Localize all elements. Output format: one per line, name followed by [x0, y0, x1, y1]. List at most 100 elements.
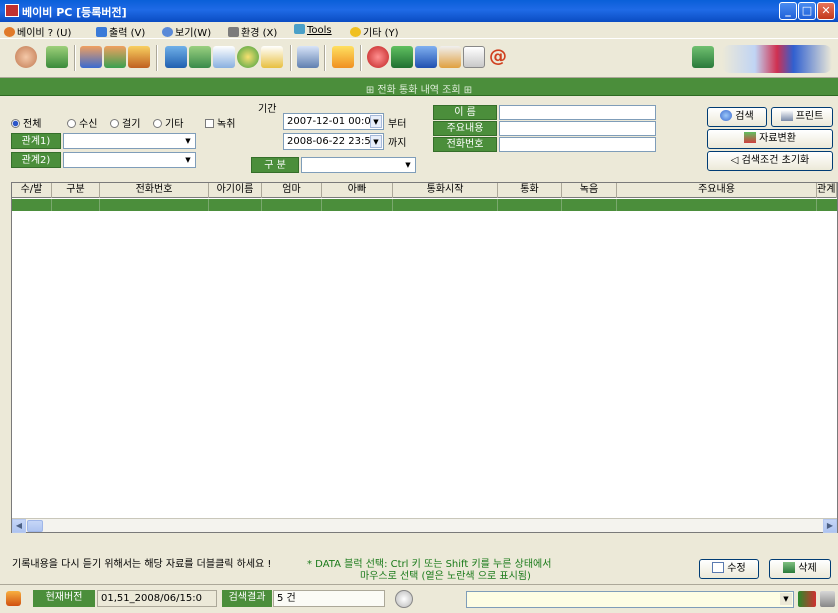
radio-other[interactable]: 기타 [153, 115, 183, 130]
edit-icon [712, 562, 725, 573]
menu-bar: 베이비 ? (U) 출력 (V) 보기(W) 환경 (X) Tools 기타 (… [0, 22, 838, 39]
reset-button[interactable]: ◁ 검색조건 초기화 [707, 151, 833, 171]
table-header: 수/발 구분 전화번호 아기이름 엄마 아빠 통화시작 통화 녹음 주요내용 관… [12, 183, 837, 198]
box-icon[interactable] [128, 46, 150, 68]
col-header[interactable]: 녹음 [562, 183, 617, 198]
cube-icon[interactable] [46, 46, 68, 68]
name-label: 이 름 [433, 105, 497, 120]
col-header[interactable]: 관계1 [817, 183, 837, 198]
content-input[interactable] [499, 121, 656, 136]
col-header[interactable]: 주요내용 [617, 183, 817, 198]
monitor-icon[interactable] [165, 46, 187, 68]
convert-icon [744, 132, 757, 143]
delete-button[interactable]: 삭제 [769, 559, 831, 579]
people-add-icon[interactable] [104, 46, 126, 68]
phone-label: 전화번호 [433, 137, 497, 152]
search-button[interactable]: 검색 [707, 107, 767, 127]
status-bar: 현재버전 01,51_2008/06/15:0 검색결과 5 건 ▼ [0, 584, 838, 613]
result-label: 검색결과 [222, 590, 272, 607]
print-button[interactable]: 프린트 [771, 107, 833, 127]
chevron-down-icon: ▼ [182, 154, 194, 166]
title-bar: 베이비 PC [등록버전] _ □ ✕ [0, 0, 838, 22]
warning-icon[interactable] [332, 46, 354, 68]
star-icon [350, 27, 361, 37]
people-icon[interactable] [80, 46, 102, 68]
col-header[interactable]: 전화번호 [100, 183, 209, 198]
printer-icon [780, 110, 793, 121]
phone-input[interactable] [499, 137, 656, 152]
chevron-down-icon: ▼ [780, 593, 792, 605]
globe-icon[interactable] [237, 46, 259, 68]
toolbar: @ [0, 38, 838, 78]
chevron-down-icon: ▼ [370, 135, 382, 148]
status-app-icon [6, 591, 21, 606]
relation1-select[interactable]: ▼ [63, 133, 196, 149]
col-header[interactable]: 아기이름 [209, 183, 262, 198]
network-icon[interactable] [820, 591, 835, 607]
maximize-button[interactable]: □ [798, 2, 816, 20]
scroll-thumb[interactable] [27, 520, 43, 532]
radio-dot-icon [110, 119, 119, 128]
menu-tools[interactable]: Tools [294, 24, 332, 36]
col-header[interactable]: 엄마 [262, 183, 322, 198]
excel-icon[interactable] [391, 46, 413, 68]
chart-icon[interactable] [261, 46, 283, 68]
col-header[interactable]: 통화시작 [393, 183, 498, 198]
relation2-label: 관계2) [11, 152, 61, 168]
search-doc-icon[interactable] [439, 46, 461, 68]
period-label: 기간 [258, 104, 277, 115]
name-input[interactable] [499, 105, 656, 120]
menu-etc[interactable]: 기타 (Y) [350, 24, 399, 39]
baby-face-icon[interactable] [15, 46, 37, 68]
stop-icon[interactable] [367, 46, 389, 68]
radio-dot-icon [153, 119, 162, 128]
category-select[interactable]: ▼ [301, 157, 416, 173]
menu-print[interactable]: 출력 (V) [96, 24, 145, 39]
brand-logo [722, 45, 832, 73]
scroll-right-icon[interactable]: ▶ [823, 519, 837, 533]
calendar-icon[interactable] [297, 46, 319, 68]
selection-note-2: 마우스로 선택 (옅은 노란색 으로 표시됨) [360, 571, 531, 582]
edit-button[interactable]: 수정 [699, 559, 759, 579]
relation2-select[interactable]: ▼ [63, 152, 196, 168]
radio-incoming[interactable]: 수신 [67, 115, 97, 130]
ie-icon[interactable] [415, 46, 437, 68]
version-label: 현재버전 [33, 590, 95, 607]
email-icon[interactable]: @ [487, 46, 509, 68]
menu-baby[interactable]: 베이비 ? (U) [4, 24, 71, 39]
help-note: 기록내용을 다시 듣기 위해서는 해당 자료를 더블클릭 하세요 ! [12, 559, 272, 570]
print-icon [96, 27, 107, 37]
record-checkbox[interactable]: 녹취 [205, 115, 235, 130]
radio-all[interactable]: 전체 [11, 115, 41, 130]
radio-dot-icon [11, 119, 20, 128]
horizontal-scrollbar[interactable]: ◀ ▶ [12, 518, 837, 533]
menu-view[interactable]: 보기(W) [162, 24, 211, 39]
status-select[interactable]: ▼ [466, 591, 794, 608]
app-icon [5, 4, 19, 17]
radio-outgoing[interactable]: 걸기 [110, 115, 140, 130]
col-header[interactable]: 통화 [498, 183, 562, 198]
call-log-table[interactable]: 수/발 구분 전화번호 아기이름 엄마 아빠 통화시작 통화 녹음 주요내용 관… [11, 182, 838, 533]
date-to-picker[interactable]: 2008-06-22 23:59 ▼ [283, 133, 384, 150]
close-button[interactable]: ✕ [817, 2, 835, 20]
play-icon[interactable] [798, 591, 816, 607]
scroll-left-icon[interactable]: ◀ [12, 519, 26, 533]
table-row[interactable] [12, 199, 837, 211]
exit-door-icon[interactable] [692, 46, 714, 68]
menu-settings[interactable]: 환경 (X) [228, 24, 277, 39]
minimize-button[interactable]: _ [779, 2, 797, 20]
category-label: 구 분 [251, 157, 299, 173]
document-icon[interactable] [463, 46, 485, 68]
col-header[interactable]: 아빠 [322, 183, 393, 198]
grid-icon[interactable] [189, 46, 211, 68]
note-icon[interactable] [213, 46, 235, 68]
phone-icon[interactable] [395, 590, 413, 608]
date-from-picker[interactable]: 2007-12-01 00:00 ▼ [283, 113, 384, 130]
settings-icon [228, 27, 239, 37]
chevron-down-icon: ▼ [402, 159, 414, 171]
convert-button[interactable]: 자료변환 [707, 129, 833, 149]
col-header[interactable]: 수/발 [12, 183, 52, 198]
col-header[interactable]: 구분 [52, 183, 100, 198]
content-label: 주요내용 [433, 121, 497, 136]
chevron-down-icon: ▼ [182, 135, 194, 147]
